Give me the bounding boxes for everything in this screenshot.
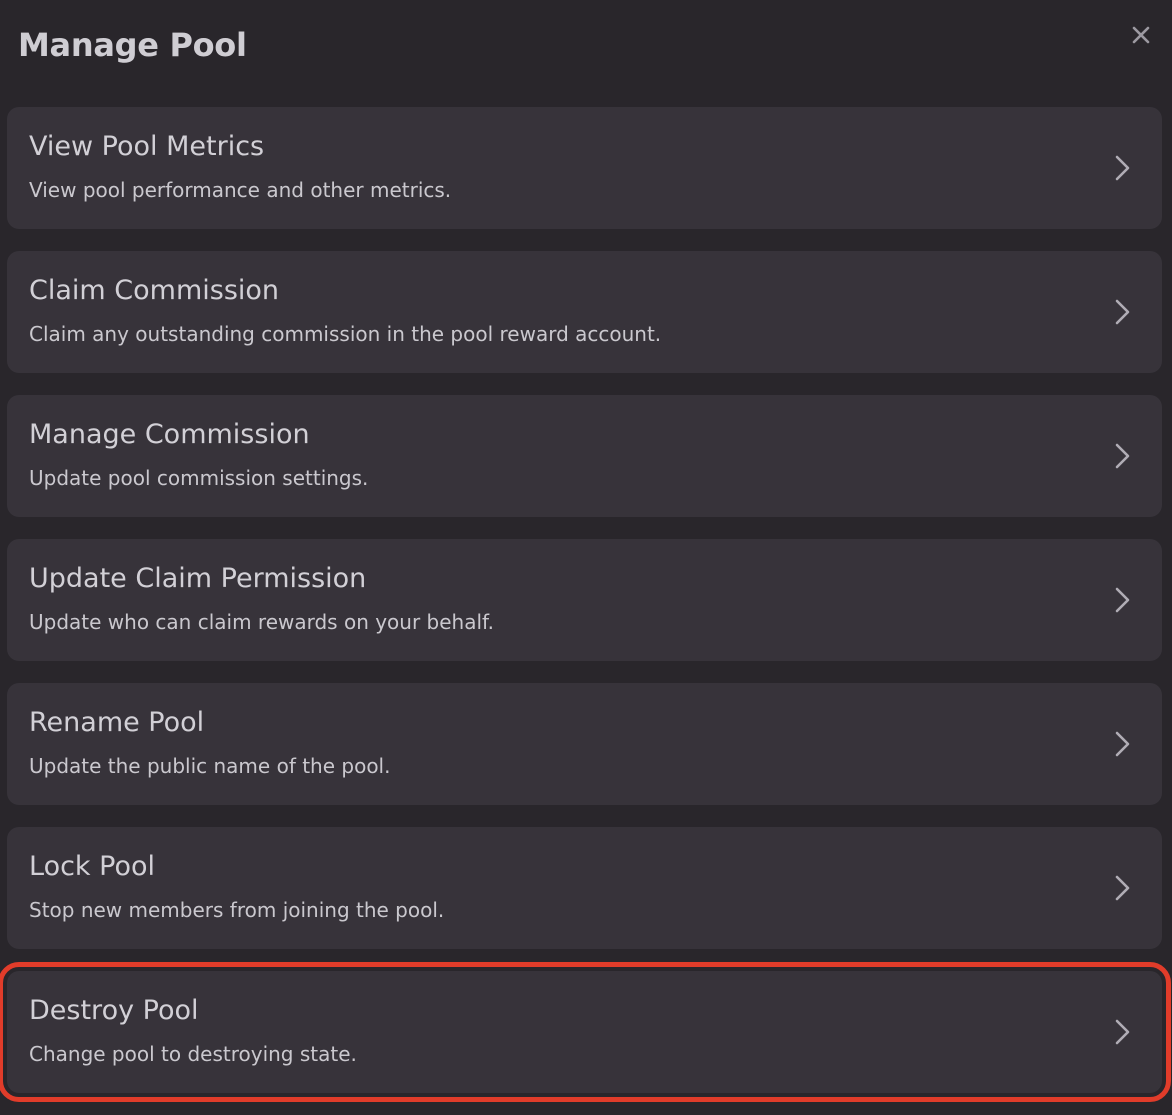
item-title: Claim Commission [29, 275, 280, 306]
view-pool-metrics-button[interactable]: View Pool Metrics View pool performance … [7, 107, 1162, 229]
modal-title: Manage Pool [18, 26, 247, 64]
item-title: Destroy Pool [29, 995, 199, 1026]
chevron-right-icon [1110, 730, 1134, 758]
item-description: Claim any outstanding commission in the … [29, 322, 662, 346]
chevron-right-icon [1110, 154, 1134, 182]
destroy-pool-button[interactable]: Destroy Pool Change pool to destroying s… [0, 962, 1171, 1102]
lock-pool-button[interactable]: Lock Pool Stop new members from joining … [7, 827, 1162, 949]
chevron-right-icon [1110, 442, 1134, 470]
item-description: View pool performance and other metrics. [29, 178, 452, 202]
manage-commission-button[interactable]: Manage Commission Update pool commission… [7, 395, 1162, 517]
chevron-right-icon [1110, 1018, 1134, 1046]
item-title: Rename Pool [29, 707, 205, 738]
manage-pool-modal: Manage Pool View Pool Metrics View pool … [0, 0, 1172, 1114]
claim-commission-button[interactable]: Claim Commission Claim any outstanding c… [7, 251, 1162, 373]
item-description: Change pool to destroying state. [29, 1042, 357, 1066]
chevron-right-icon [1110, 298, 1134, 326]
item-description: Stop new members from joining the pool. [29, 898, 445, 922]
item-title: View Pool Metrics [29, 131, 265, 162]
item-title: Manage Commission [29, 419, 310, 450]
close-icon [1132, 26, 1150, 44]
manage-options-list: View Pool Metrics View pool performance … [0, 107, 1171, 1115]
item-description: Update who can claim rewards on your beh… [29, 610, 494, 634]
item-description: Update pool commission settings. [29, 466, 369, 490]
item-description: Update the public name of the pool. [29, 754, 391, 778]
update-claim-permission-button[interactable]: Update Claim Permission Update who can c… [7, 539, 1162, 661]
rename-pool-button[interactable]: Rename Pool Update the public name of th… [7, 683, 1162, 805]
chevron-right-icon [1110, 874, 1134, 902]
close-button[interactable] [1124, 18, 1158, 52]
item-title: Lock Pool [29, 851, 156, 882]
chevron-right-icon [1110, 586, 1134, 614]
item-title: Update Claim Permission [29, 563, 367, 594]
